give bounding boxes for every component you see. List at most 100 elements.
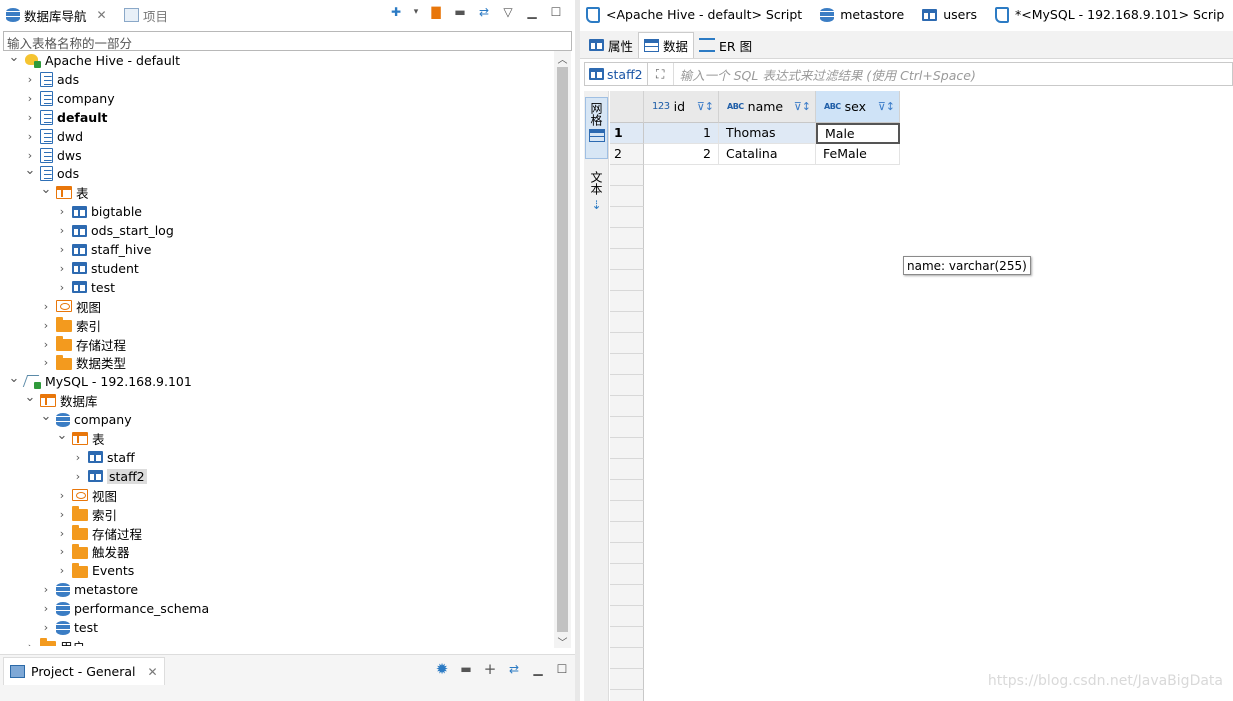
tree-item[interactable]: › 视图 [56, 486, 117, 505]
filter-table-name[interactable]: staff2 [585, 63, 648, 85]
chevron-down-icon[interactable]: ⌄ [24, 388, 36, 407]
table-cell[interactable]: 1 [644, 123, 719, 144]
view-menu-icon[interactable]: ▽ [500, 4, 516, 20]
table-cell[interactable]: Catalina [719, 144, 816, 165]
close-icon[interactable]: ✕ [148, 665, 158, 679]
chevron-right-icon[interactable]: › [56, 542, 68, 561]
chevron-down-icon[interactable]: ▾ [412, 4, 420, 20]
editor-tab[interactable]: *<MySQL - 192.168.9.101> Scrip [986, 0, 1233, 29]
chevron-right-icon[interactable]: › [56, 259, 68, 278]
tree-item[interactable]: › test [56, 278, 115, 297]
filter-sort-icon[interactable]: ⊽↕ [697, 100, 714, 113]
sub-tab[interactable]: ER 图 [694, 32, 757, 58]
chevron-right-icon[interactable]: › [40, 618, 52, 637]
minimize-icon[interactable]: ▁ [530, 661, 546, 677]
tab-project-general[interactable]: Project - General ✕ [3, 657, 165, 685]
chevron-down-icon[interactable]: ⌄ [40, 407, 52, 426]
filter-sort-icon[interactable]: ⊽↕ [794, 100, 811, 113]
maximize-icon[interactable]: ☐ [554, 661, 570, 677]
tab-project[interactable]: 项目 [124, 4, 168, 26]
collapse-all-icon[interactable]: ▬ [452, 4, 468, 20]
editor-tab[interactable]: users [913, 0, 986, 29]
chevron-right-icon[interactable]: › [56, 221, 68, 240]
chevron-right-icon[interactable]: › [72, 448, 84, 467]
tree-item[interactable]: ⌄ 表 [56, 426, 105, 448]
tab-grid[interactable]: 网格 [585, 97, 608, 159]
chevron-right-icon[interactable]: › [72, 467, 84, 486]
scrollbar-thumb[interactable] [557, 67, 568, 632]
plus-icon[interactable]: + [482, 660, 498, 678]
chevron-right-icon[interactable]: › [56, 278, 68, 297]
tree-item[interactable]: › default [24, 108, 107, 127]
tree-item[interactable]: ⌄ company [40, 407, 132, 429]
tree-item[interactable]: ⌄ 表 [40, 180, 89, 202]
tab-database-navigator[interactable]: 数据库导航 ✕ [6, 4, 107, 26]
chevron-right-icon[interactable]: › [24, 89, 36, 108]
editor-tab[interactable]: metastore [811, 0, 913, 29]
tree-item[interactable]: › 存储过程 [56, 524, 142, 543]
close-icon[interactable]: ✕ [97, 8, 107, 22]
filter-sort-icon[interactable]: ⊽↕ [878, 100, 895, 113]
chevron-right-icon[interactable]: › [24, 108, 36, 127]
link-with-editor-icon[interactable]: ⇄ [476, 4, 492, 20]
table-cell[interactable]: FeMale [816, 144, 900, 165]
chevron-down-icon[interactable]: ⌄ [8, 369, 20, 388]
chevron-right-icon[interactable]: › [40, 599, 52, 618]
gear-icon[interactable]: ✹ [434, 660, 450, 678]
filter-expression-input[interactable]: 输入一个 SQL 表达式来过滤结果 (使用 Ctrl+Space) [674, 65, 976, 84]
tree-item[interactable]: ⌄ 数据库 [24, 388, 98, 410]
chevron-right-icon[interactable]: › [40, 297, 52, 316]
tree-item[interactable]: › staff_hive [56, 240, 152, 259]
new-connection-icon[interactable]: ✚ [388, 4, 404, 20]
chevron-right-icon[interactable]: › [56, 202, 68, 221]
tree-item[interactable]: › 索引 [40, 316, 101, 335]
new-folder-icon[interactable]: ▇ [428, 4, 444, 20]
tree-item[interactable]: › 数据类型 [40, 353, 126, 372]
chevron-right-icon[interactable]: › [40, 353, 52, 372]
tree-item[interactable]: › student [56, 259, 139, 278]
sub-tab[interactable]: 数据 [638, 32, 695, 58]
maximize-icon[interactable]: ☐ [548, 4, 564, 20]
chevron-right-icon[interactable]: › [56, 561, 68, 580]
column-header-name[interactable]: ABC name ⊽↕ [719, 91, 816, 123]
chevron-down-icon[interactable]: ⌄ [56, 426, 68, 445]
scroll-down-icon[interactable]: ﹀ [554, 634, 571, 649]
sub-tab[interactable]: 属性 [584, 32, 638, 58]
tree-item[interactable]: › company [24, 89, 115, 108]
minimize-icon[interactable]: ▁ [524, 4, 540, 20]
column-header-sex[interactable]: ABC sex ⊽↕ [816, 91, 900, 123]
chevron-right-icon[interactable]: › [56, 524, 68, 543]
tree-item[interactable]: › 用户 [24, 637, 85, 646]
column-header-id[interactable]: 123 id ⊽↕ [644, 91, 719, 123]
tree-item[interactable]: › staff2 [72, 467, 147, 486]
table-filter-input[interactable]: 输入表格名称的一部分 [3, 31, 572, 51]
tree-item[interactable]: › performance_schema [40, 599, 209, 618]
link-with-editor-icon[interactable]: ⇄ [506, 661, 522, 677]
tree-item[interactable]: › 视图 [40, 297, 101, 316]
tree-item[interactable]: › 索引 [56, 505, 117, 524]
table-cell[interactable]: Male [816, 123, 900, 144]
chevron-down-icon[interactable]: ⌄ [40, 180, 52, 199]
tree-item[interactable]: › 存储过程 [40, 335, 126, 354]
tree-item[interactable]: › ads [24, 70, 79, 89]
tree-item[interactable]: › test [40, 618, 98, 637]
editor-tab[interactable]: <Apache Hive - default> Script [580, 0, 811, 29]
chevron-right-icon[interactable]: › [56, 505, 68, 524]
chevron-right-icon[interactable]: › [40, 316, 52, 335]
tree-scrollbar[interactable]: ︿ ﹀ [554, 51, 571, 649]
tree-item[interactable]: › ods_start_log [56, 221, 174, 240]
tab-text[interactable]: 文本 ⇣ [585, 167, 608, 223]
tree-item[interactable]: › Events [56, 561, 134, 580]
chevron-right-icon[interactable]: › [56, 486, 68, 505]
chevron-right-icon[interactable]: › [40, 580, 52, 599]
tree-item[interactable]: › bigtable [56, 202, 142, 221]
chevron-right-icon[interactable]: › [40, 335, 52, 354]
chevron-down-icon[interactable]: ⌄ [8, 51, 20, 67]
tree-item[interactable]: › 触发器 [56, 542, 130, 561]
expand-icon[interactable]: ⛶ [648, 63, 674, 85]
table-cell[interactable]: Thomas [719, 123, 816, 144]
tree-item[interactable]: › metastore [40, 580, 138, 599]
chevron-right-icon[interactable]: › [56, 240, 68, 259]
chevron-right-icon[interactable]: › [24, 637, 36, 646]
tree-item[interactable]: ⌄ Apache Hive - default [8, 51, 180, 70]
